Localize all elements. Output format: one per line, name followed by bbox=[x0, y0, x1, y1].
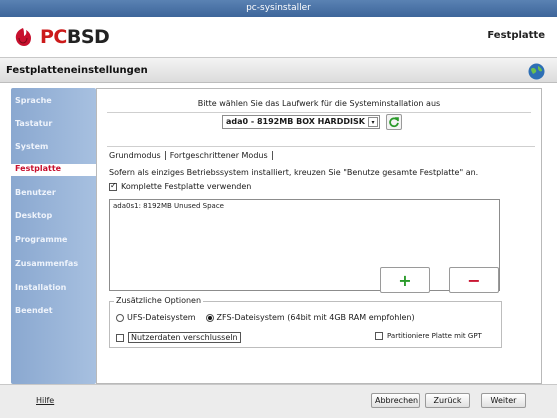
additional-options-group: Zusätzliche Optionen UFS-Dateisystem ZFS… bbox=[109, 296, 502, 348]
encrypt-label: Nutzerdaten verschlusseln bbox=[128, 332, 241, 343]
window-title: pc-sysinstaller bbox=[246, 3, 311, 13]
sidebar-item-system[interactable]: System bbox=[15, 142, 95, 154]
page-label: Festplatte bbox=[487, 30, 545, 41]
use-full-disk-checkbox[interactable] bbox=[109, 181, 117, 191]
sidebar-item-programme[interactable]: Programme bbox=[15, 235, 95, 247]
sidebar-item-installation[interactable]: Installation bbox=[15, 283, 95, 295]
zfs-radio[interactable] bbox=[205, 313, 214, 322]
minus-icon: − bbox=[467, 270, 481, 290]
sidebar-item-festplatte[interactable]: Festplatte bbox=[11, 164, 96, 176]
content-panel: Bitte wählen Sie das Laufwerk für die Sy… bbox=[96, 88, 542, 384]
disk-select[interactable]: ada0 - 8192MB BOX HARDDISK ▾ bbox=[222, 115, 380, 129]
pcbsd-logo-text: PCBSD bbox=[40, 26, 110, 48]
info-text: Sofern als einziges Betriebssystem insta… bbox=[109, 168, 479, 177]
sidebar-item-desktop[interactable]: Desktop bbox=[15, 211, 95, 223]
disk-prompt: Bitte wählen Sie das Laufwerk für die Sy… bbox=[197, 99, 441, 108]
tab-fortgeschrittener-modus[interactable]: Fortgeschrittener Modus bbox=[166, 150, 273, 160]
section-bar: Festplatteneinstellungen bbox=[0, 57, 557, 83]
separator bbox=[107, 112, 531, 113]
gpt-checkbox[interactable] bbox=[375, 332, 383, 340]
plus-icon: + bbox=[398, 270, 412, 290]
globe-icon[interactable] bbox=[528, 63, 545, 80]
window-titlebar: pc-sysinstaller bbox=[0, 0, 557, 17]
additional-options-legend: Zusätzliche Optionen bbox=[114, 296, 204, 305]
zfs-label: ZFS-Dateisystem (64bit mit 4GB RAM empfo… bbox=[216, 313, 415, 322]
section-title: Festplatteneinstellungen bbox=[6, 65, 148, 76]
use-full-disk-row[interactable]: Komplette Festplatte verwenden bbox=[109, 181, 252, 191]
pcbsd-logo-icon bbox=[15, 28, 31, 46]
footer-bar: Hilfe Abbrechen Zurück Weiter bbox=[0, 384, 557, 418]
back-button[interactable]: Zurück bbox=[425, 393, 470, 408]
ufs-label: UFS-Dateisystem bbox=[127, 313, 196, 322]
pcbsd-logo: PCBSD bbox=[12, 26, 110, 48]
app-header: PCBSD Festplatte bbox=[0, 17, 557, 57]
ufs-radio[interactable] bbox=[116, 313, 124, 322]
filesystem-radio-row: UFS-Dateisystem ZFS-Dateisystem (64bit m… bbox=[116, 313, 415, 322]
sidebar-item-beendet[interactable]: Beendet bbox=[15, 306, 95, 318]
gpt-row[interactable]: Partitioniere Platte mit GPT bbox=[375, 332, 482, 340]
use-full-disk-label: Komplette Festplatte verwenden bbox=[121, 182, 252, 191]
cancel-button[interactable]: Abbrechen bbox=[371, 393, 420, 408]
gpt-label: Partitioniere Platte mit GPT bbox=[387, 332, 482, 340]
help-link[interactable]: Hilfe bbox=[36, 396, 54, 405]
sidebar-item-benutzer[interactable]: Benutzer bbox=[15, 188, 95, 200]
encrypt-checkbox[interactable] bbox=[116, 333, 124, 342]
list-item[interactable]: ada0s1: 8192MB Unused Space bbox=[113, 202, 224, 210]
partition-list[interactable]: ada0s1: 8192MB Unused Space bbox=[109, 199, 500, 291]
sidebar-item-sprache[interactable]: Sprache bbox=[15, 96, 95, 108]
remove-partition-button[interactable]: − bbox=[449, 267, 499, 293]
disk-select-value: ada0 - 8192MB BOX HARDDISK bbox=[226, 117, 365, 126]
encrypt-row[interactable]: Nutzerdaten verschlusseln bbox=[116, 332, 241, 343]
sidebar: Sprache Tastatur System Festplatte Benut… bbox=[11, 88, 96, 384]
refresh-icon[interactable] bbox=[386, 114, 402, 130]
sidebar-item-zusammenfassung[interactable]: Zusammenfas bbox=[15, 259, 95, 271]
chevron-down-icon[interactable]: ▾ bbox=[368, 117, 378, 127]
next-button[interactable]: Weiter bbox=[481, 393, 526, 408]
add-partition-button[interactable]: + bbox=[380, 267, 430, 293]
mode-tabs: Grundmodus Fortgeschrittener Modus bbox=[109, 148, 273, 162]
tab-grundmodus[interactable]: Grundmodus bbox=[109, 150, 166, 160]
sidebar-item-tastatur[interactable]: Tastatur bbox=[15, 119, 95, 131]
